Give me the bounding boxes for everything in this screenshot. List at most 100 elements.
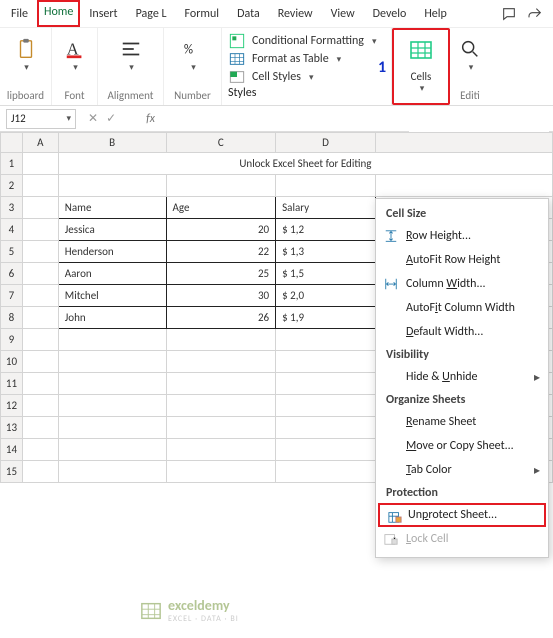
menu-default-width[interactable]: Default Width... [376, 320, 548, 344]
table-cell[interactable]: Henderson [58, 241, 166, 263]
col-head-C[interactable]: C [166, 133, 276, 153]
cell-styles-icon [228, 69, 246, 85]
share-icon[interactable] [525, 5, 545, 23]
table-cell[interactable]: 26 [166, 307, 276, 329]
ribbon-group-cells[interactable]: Cells ▾ 1 [392, 28, 450, 105]
row-head[interactable]: 2 [1, 175, 23, 197]
ribbon-group-editing: ▾ Editi [450, 28, 490, 105]
styles-item-label: Format as Table [252, 52, 329, 66]
row-head[interactable]: 13 [1, 417, 23, 439]
ribbon-label-clipboard: lipboard [0, 89, 51, 102]
row-head[interactable]: 5 [1, 241, 23, 263]
enter-formula-icon[interactable]: ✓ [106, 111, 116, 126]
submenu-arrow-icon: ▸ [534, 370, 540, 385]
table-cell[interactable]: 20 [166, 219, 276, 241]
table-header[interactable]: Name [58, 197, 166, 219]
name-box[interactable]: J12 ▾ [6, 109, 76, 129]
menu-lock-cell: Lock Cell [376, 527, 548, 551]
cell-styles-button[interactable]: Cell Styles▾ [228, 68, 385, 86]
menu-developer[interactable]: Develo [364, 0, 416, 27]
menu-unprotect-sheet[interactable]: Unprotect Sheet... 3 [378, 503, 546, 527]
col-head-A[interactable]: A [22, 133, 58, 153]
conditional-formatting-button[interactable]: Conditional Formatting▾ [228, 32, 385, 50]
menu-move-copy-sheet[interactable]: Move or Copy Sheet... [376, 434, 548, 458]
menu-autofit-column[interactable]: AutoFit Column Width [376, 296, 548, 320]
chevron-down-icon: ▾ [66, 113, 71, 124]
menu-insert[interactable]: Insert [80, 0, 126, 27]
menu-rename-sheet[interactable]: Rename Sheet [376, 410, 548, 434]
row-head[interactable]: 9 [1, 329, 23, 351]
menu-view[interactable]: View [322, 0, 364, 27]
table-cell[interactable]: Mitchel [58, 285, 166, 307]
cells-icon [409, 38, 433, 66]
menu-column-width[interactable]: Column Width... [376, 272, 548, 296]
menu-label: Row Height... [406, 229, 471, 243]
ribbon-label-styles: Styles [228, 86, 385, 100]
row-head[interactable]: 15 [1, 461, 23, 483]
watermark-name: exceldemy [168, 597, 230, 614]
table-cell[interactable]: $ 1,2 [276, 219, 376, 241]
font-icon[interactable]: A [62, 36, 88, 62]
col-head-B[interactable]: B [58, 133, 166, 153]
table-cell[interactable]: John [58, 307, 166, 329]
col-head-D[interactable]: D [276, 133, 376, 153]
row-head[interactable]: 6 [1, 263, 23, 285]
menu-label: Move or Copy Sheet... [406, 439, 514, 453]
menu-section-organize: Organize Sheets [376, 389, 548, 410]
watermark-icon [140, 600, 162, 622]
format-as-table-button[interactable]: Format as Table▾ [228, 50, 385, 68]
row-height-icon [382, 227, 400, 245]
formula-bar: J12 ▾ ✕ ✓ fx [0, 106, 553, 132]
row-head[interactable]: 14 [1, 439, 23, 461]
table-cell[interactable]: $ 1,9 [276, 307, 376, 329]
number-icon[interactable]: % [180, 36, 206, 62]
cancel-formula-icon[interactable]: ✕ [88, 111, 98, 126]
row-head[interactable]: 4 [1, 219, 23, 241]
editing-icon[interactable] [457, 36, 483, 62]
row-head[interactable]: 10 [1, 351, 23, 373]
table-cell[interactable]: 22 [166, 241, 276, 263]
select-all-corner[interactable] [1, 133, 23, 153]
table-cell[interactable]: $ 1,5 [276, 263, 376, 285]
svg-text:%: % [183, 43, 192, 58]
menu-label: Tab Color [406, 463, 452, 477]
annotation-marker-1: 1 [378, 58, 386, 77]
menu-section-cellsize: Cell Size [376, 203, 548, 224]
watermark-tag: EXCEL · DATA · BI [168, 614, 239, 624]
alignment-icon[interactable] [118, 36, 144, 62]
table-cell[interactable]: Jessica [58, 219, 166, 241]
menu-autofit-row[interactable]: AutoFit Row Height [376, 248, 548, 272]
conditional-formatting-icon [228, 33, 246, 49]
fx-label[interactable]: fx [146, 112, 155, 126]
menu-label: AutoFit Row Height [406, 253, 500, 267]
comments-icon[interactable] [499, 5, 519, 23]
menu-data[interactable]: Data [228, 0, 269, 27]
table-cell[interactable]: 25 [166, 263, 276, 285]
menu-tab-color[interactable]: Tab Color ▸ [376, 458, 548, 482]
menu-hide-unhide[interactable]: Hide & Unhide ▸ [376, 365, 548, 389]
menu-page-layout[interactable]: Page L [127, 0, 176, 27]
row-head[interactable]: 8 [1, 307, 23, 329]
menu-label: Default Width... [406, 325, 483, 339]
table-cell[interactable]: 30 [166, 285, 276, 307]
menu-home[interactable]: Home [37, 0, 80, 27]
row-head[interactable]: 7 [1, 285, 23, 307]
row-head[interactable]: 1 [1, 153, 23, 175]
format-context-menu: Cell Size Row Height... AutoFit Row Heig… [375, 198, 549, 558]
row-head[interactable]: 12 [1, 395, 23, 417]
table-cell[interactable]: $ 2,0 [276, 285, 376, 307]
table-header[interactable]: Age [166, 197, 276, 219]
menu-help[interactable]: Help [415, 0, 456, 27]
menu-review[interactable]: Review [269, 0, 322, 27]
table-header[interactable]: Salary [276, 197, 376, 219]
paste-icon[interactable] [13, 36, 39, 62]
menu-file[interactable]: File [2, 0, 37, 27]
table-cell[interactable]: Aaron [58, 263, 166, 285]
menu-row-height[interactable]: Row Height... [376, 224, 548, 248]
name-box-value: J12 [11, 112, 26, 125]
row-head[interactable]: 3 [1, 197, 23, 219]
row-head[interactable]: 11 [1, 373, 23, 395]
table-cell[interactable]: $ 1,3 [276, 241, 376, 263]
menu-formulas[interactable]: Formul [176, 0, 229, 27]
col-head-hidden[interactable] [375, 133, 552, 153]
